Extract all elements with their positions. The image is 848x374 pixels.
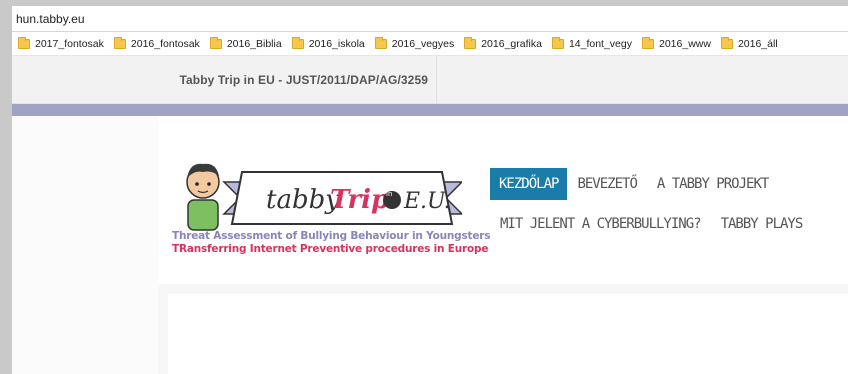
bookmarks-bar: 2017_fontosak 2016_fontosak 2016_Biblia … bbox=[12, 32, 848, 56]
strip-divider bbox=[436, 56, 437, 104]
boy-mascot-icon bbox=[186, 163, 220, 231]
bookmark-2016-all[interactable]: 2016_áll bbox=[717, 34, 784, 54]
bookmark-label: 2016_www bbox=[659, 37, 711, 50]
nav-row-1: KEZDŐLAP BEVEZETŐ A TABBY PROJEKT bbox=[490, 168, 812, 200]
left-margin bbox=[12, 116, 158, 374]
tagline-threat-assessment: Threat Assessment of Bullying Behaviour … bbox=[172, 230, 491, 242]
folder-icon bbox=[291, 36, 304, 49]
bookmark-2016-biblia[interactable]: 2016_Biblia bbox=[206, 34, 288, 54]
content-area bbox=[168, 292, 848, 374]
screen-frame: hun.tabby.eu 2017_fontosak 2016_fontosak… bbox=[0, 0, 848, 374]
address-bar[interactable]: hun.tabby.eu bbox=[12, 6, 848, 32]
folder-icon bbox=[642, 36, 654, 49]
folder-icon bbox=[18, 36, 30, 49]
bookmark-2016-grafika[interactable]: 2016_grafika bbox=[460, 34, 548, 54]
bookmark-2016-www[interactable]: 2016_www bbox=[638, 34, 717, 54]
nav-cyberbullying[interactable]: MIT JELENT A CYBERBULLYING? bbox=[490, 216, 711, 232]
bookmark-label: 2016_vegyes bbox=[391, 37, 455, 50]
bookmark-label: 2017_fontosak bbox=[35, 37, 104, 50]
nav-row-2: MIT JELENT A CYBERBULLYING? TABBY PLAYS bbox=[490, 208, 812, 240]
bookmark-label: 2016_áll bbox=[737, 37, 778, 50]
nav-kezdolap[interactable]: KEZDŐLAP bbox=[490, 168, 568, 200]
wordmark-in: in bbox=[386, 190, 392, 198]
bookmark-label: 14_font_vegy bbox=[568, 37, 632, 50]
folder-icon bbox=[464, 36, 477, 49]
bookmark-2016-fontosak[interactable]: 2016_fontosak bbox=[110, 34, 206, 54]
bookmark-label: 2016_fontosak bbox=[130, 37, 200, 50]
bookmark-label: 2016_Biblia bbox=[226, 37, 282, 50]
bookmark-label: 2016_grafika bbox=[481, 37, 542, 50]
browser-window: hun.tabby.eu 2017_fontosak 2016_fontosak… bbox=[12, 6, 848, 374]
bookmark-14-font-vegy[interactable]: 14_font_vegy bbox=[548, 34, 638, 54]
tagline-transferring: TRansferring Internet Preventive procedu… bbox=[172, 243, 489, 255]
site-top-strip: Tabby Trip in EU - JUST/2011/DAP/AG/3259 bbox=[12, 56, 848, 104]
bookmark-2016-vegyes[interactable]: 2016_vegyes bbox=[371, 34, 460, 54]
bookmark-2017-fontosak[interactable]: 2017_fontosak bbox=[14, 34, 110, 54]
nav-tabby-projekt[interactable]: A TABBY PROJEKT bbox=[647, 176, 778, 192]
folder-icon bbox=[374, 36, 387, 49]
main-nav: KEZDŐLAP BEVEZETŐ A TABBY PROJEKT MIT JE… bbox=[490, 168, 812, 240]
bookmark-2016-iskola[interactable]: 2016_iskola bbox=[288, 34, 371, 54]
wordmark-eu: E.U. bbox=[403, 189, 451, 214]
nav-bevezeto[interactable]: BEVEZETŐ bbox=[567, 176, 646, 192]
folder-icon bbox=[720, 36, 733, 49]
folder-icon bbox=[551, 36, 564, 49]
wordmark-trip: Trip bbox=[330, 185, 389, 215]
project-title[interactable]: Tabby Trip in EU - JUST/2011/DAP/AG/3259 bbox=[12, 73, 436, 87]
folder-icon bbox=[113, 36, 126, 49]
folder-icon bbox=[209, 36, 222, 49]
nav-tabby-plays[interactable]: TABBY PLAYS bbox=[711, 216, 813, 232]
url-text[interactable]: hun.tabby.eu bbox=[16, 12, 85, 26]
header-band bbox=[12, 104, 848, 116]
bookmark-label: 2016_iskola bbox=[308, 37, 365, 50]
site-main: tabby Trip in E.U. Threat Assessment of … bbox=[12, 116, 848, 374]
